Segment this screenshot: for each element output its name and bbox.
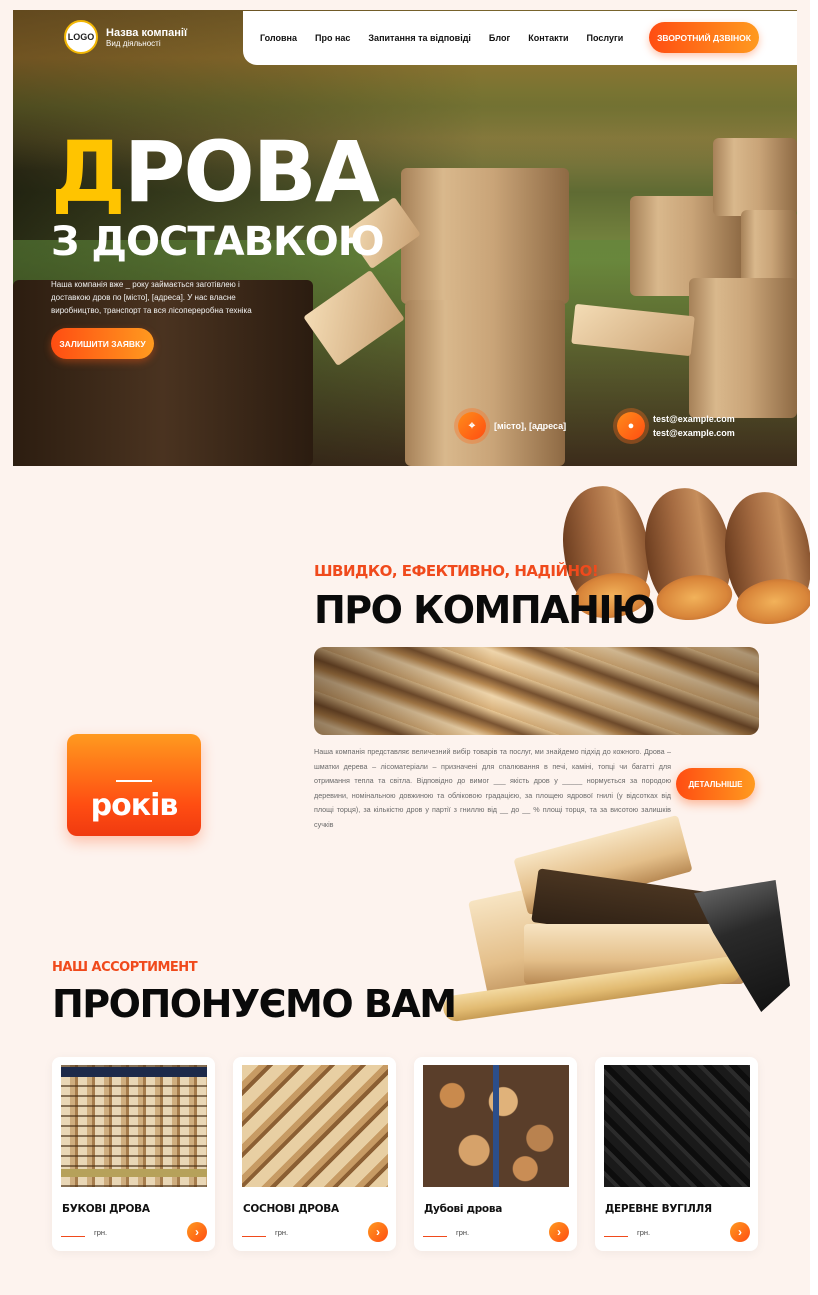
hero-subtitle: З ДОСТАВКОЮ — [51, 219, 385, 265]
leave-request-button[interactable]: ЗАЛИШИТИ ЗАЯВКУ — [51, 328, 154, 359]
chevron-right-icon[interactable]: › — [730, 1222, 750, 1242]
nav-item-home[interactable]: Головна — [260, 33, 297, 43]
price-unit: грн. — [275, 1228, 289, 1237]
location-pin-icon: ⌖ — [458, 412, 486, 440]
page: LOGO Назва компанії Вид діяльності ДРОВА… — [0, 0, 818, 1295]
log-right-lower-image — [689, 278, 797, 418]
chevron-right-icon[interactable]: › — [187, 1222, 207, 1242]
assortment-title: ПРОПОНУЄМО ВАМ — [52, 982, 457, 1026]
product-card[interactable]: СОСНОВІ ДРОВА грн. › — [233, 1057, 396, 1251]
about-title: ПРО КОМПАНІЮ — [314, 588, 656, 632]
log-upper-image — [401, 168, 569, 304]
about-wood-image — [314, 647, 759, 735]
years-badge: років — [67, 734, 201, 836]
company-info: Назва компанії Вид діяльності — [106, 27, 187, 48]
assortment-subtitle: НАШ АССОРТИМЕНТ — [52, 960, 198, 975]
email-contact[interactable]: ● test@example.com test@example.com — [617, 412, 735, 440]
chevron-right-icon[interactable]: › — [549, 1222, 569, 1242]
price-placeholder — [604, 1236, 628, 1237]
nav-item-about[interactable]: Про нас — [315, 33, 350, 43]
about-text: Наша компанія представляє величезний виб… — [314, 747, 671, 829]
oak-firewood-image — [423, 1065, 569, 1187]
hero-title-accent: Д — [51, 123, 126, 221]
product-title: СОСНОВІ ДРОВА — [243, 1203, 339, 1215]
price-unit: грн. — [456, 1228, 470, 1237]
log-far-right-image — [713, 138, 797, 216]
chevron-right-icon[interactable]: › — [368, 1222, 388, 1242]
hero-title-rest: РОВА — [123, 123, 380, 221]
nav-item-faq[interactable]: Запитання та відповіді — [368, 33, 471, 43]
logo[interactable]: LOGO — [64, 20, 98, 54]
log-edge-image — [741, 210, 797, 288]
email-text[interactable]: test@example.com — [653, 426, 735, 440]
company-activity: Вид діяльності — [106, 38, 161, 48]
log-lower-image — [405, 300, 565, 466]
hero-banner: LOGO Назва компанії Вид діяльності ДРОВА… — [13, 10, 797, 466]
hero-title: ДРОВА З ДОСТАВКОЮ — [51, 130, 385, 265]
price-unit: грн. — [637, 1228, 651, 1237]
brand[interactable]: LOGO Назва компанії Вид діяльності — [64, 20, 187, 54]
axe-and-firewood-image — [438, 814, 794, 1034]
mail-icon: ● — [617, 412, 645, 440]
callback-button[interactable]: ЗВОРОТНИЙ ДЗВІНОК — [649, 22, 759, 53]
address-contact[interactable]: ⌖ [місто], [адреса] — [458, 412, 566, 440]
product-title: ДЕРЕВНЕ ВУГІЛЛЯ — [605, 1203, 712, 1215]
pine-firewood-image — [242, 1065, 388, 1187]
email-list: test@example.com test@example.com — [653, 412, 735, 440]
price-unit: грн. — [94, 1228, 108, 1237]
more-details-button[interactable]: ДЕТАЛЬНІШЕ — [676, 768, 755, 800]
address-text: [місто], [адреса] — [494, 421, 567, 431]
product-card[interactable]: ДЕРЕВНЕ ВУГІЛЛЯ грн. › — [595, 1057, 758, 1251]
price-placeholder — [423, 1236, 447, 1237]
nav-item-blog[interactable]: Блог — [489, 33, 510, 43]
email-text[interactable]: test@example.com — [653, 412, 735, 426]
main-nav: Головна Про нас Запитання та відповіді Б… — [243, 11, 797, 65]
beech-firewood-image — [61, 1065, 207, 1187]
price-placeholder — [242, 1236, 266, 1237]
nav-links: Головна Про нас Запитання та відповіді Б… — [260, 33, 623, 43]
product-title: Дубові дрова — [424, 1203, 502, 1215]
about-subtitle: ШВИДКО, ЕФЕКТИВНО, НАДІЙНО! — [314, 562, 599, 580]
price-placeholder — [61, 1236, 85, 1237]
hero-description: Наша компанія вже _ року займається заго… — [51, 280, 252, 315]
product-card[interactable]: БУКОВІ ДРОВА грн. › — [52, 1057, 215, 1251]
nav-item-contacts[interactable]: Контакти — [528, 33, 568, 43]
charcoal-image — [604, 1065, 750, 1187]
product-card[interactable]: Дубові дрова грн. › — [414, 1057, 577, 1251]
company-name: Назва компанії — [106, 26, 188, 39]
nav-item-services[interactable]: Послуги — [587, 33, 624, 43]
years-label: років — [90, 788, 179, 823]
product-title: БУКОВІ ДРОВА — [62, 1203, 150, 1215]
page-edge — [810, 0, 818, 1295]
years-value-placeholder — [116, 780, 152, 782]
